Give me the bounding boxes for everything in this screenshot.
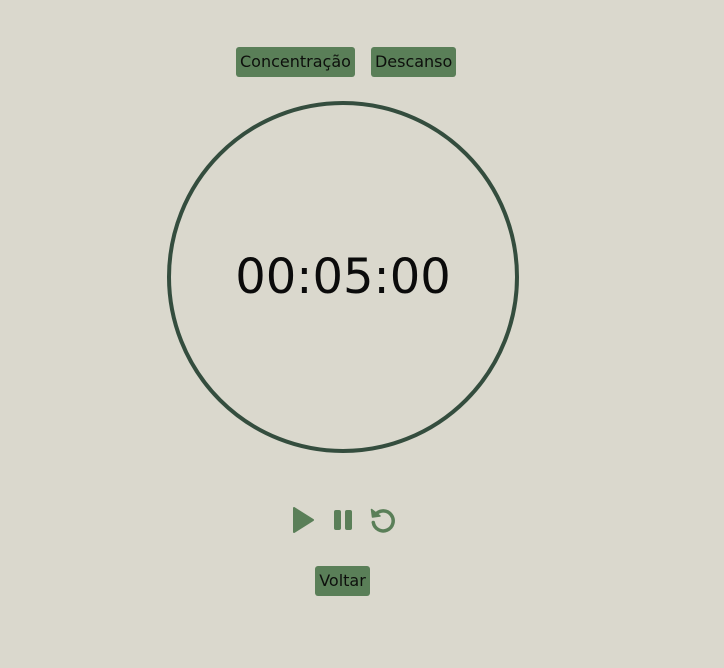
play-button[interactable] (288, 504, 318, 536)
rest-mode-button[interactable]: Descanso (370, 47, 457, 77)
reset-icon (370, 508, 395, 533)
focus-mode-button[interactable]: Concentração (236, 47, 355, 77)
reset-button[interactable] (368, 504, 398, 536)
timer-ring: 00:05:00 (167, 101, 519, 453)
timer-controls (288, 504, 398, 536)
pause-icon (334, 510, 352, 530)
timer-display: 00:05:00 (235, 249, 451, 305)
pause-button[interactable] (328, 504, 358, 536)
mode-tabs: Concentração Descanso (236, 47, 457, 77)
play-icon (293, 507, 314, 533)
back-button[interactable]: Voltar (315, 566, 370, 596)
